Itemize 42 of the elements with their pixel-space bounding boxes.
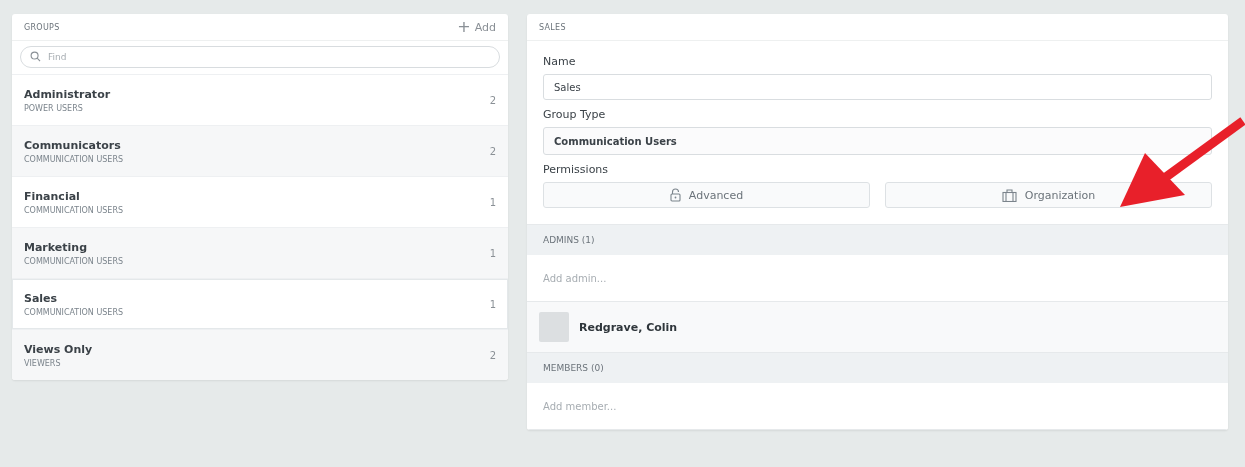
avatar-icon — [539, 312, 569, 342]
group-item[interactable]: Administrator POWER USERS 2 — [12, 74, 508, 125]
add-admin-field[interactable]: Add admin... — [527, 255, 1228, 302]
member-count: 1 — [489, 247, 496, 259]
section-title: ADMINS (1) — [543, 235, 595, 245]
name-field[interactable]: Sales — [543, 74, 1212, 100]
member-count: 2 — [489, 349, 496, 361]
member-count: 2 — [489, 94, 496, 106]
group-name: Financial — [24, 189, 81, 203]
lock-icon — [669, 188, 681, 202]
permission-button[interactable]: Advanced — [543, 182, 870, 208]
member-count: 2 — [489, 145, 496, 157]
field-label: Name — [543, 55, 577, 68]
panel-title: GROUPS — [24, 22, 60, 32]
field-label: Group Type — [543, 108, 607, 121]
group-type: COMMUNICATION USERS — [24, 154, 124, 164]
group-item[interactable]: Sales COMMUNICATION USERS 1 — [12, 278, 508, 329]
group-type: POWER USERS — [24, 103, 84, 113]
member-count: 1 — [489, 196, 496, 208]
section-title: MEMBERS (0) — [543, 363, 604, 373]
group-item[interactable]: Financial COMMUNICATION USERS 1 — [12, 176, 508, 227]
group-name: Views Only — [24, 342, 93, 356]
group-name: Administrator — [24, 87, 111, 101]
group-type: COMMUNICATION USERS — [24, 205, 124, 215]
admin-name: Redgrave, Colin — [579, 320, 678, 334]
field-label: Permissions — [543, 163, 610, 176]
add-member-field[interactable]: Add member... — [527, 383, 1228, 430]
group-item[interactable]: Marketing COMMUNICATION USERS 1 — [12, 227, 508, 278]
group-item[interactable]: Communicators COMMUNICATION USERS 2 — [12, 125, 508, 176]
member-count: 1 — [489, 298, 496, 310]
search-field[interactable]: Find — [20, 46, 500, 68]
group-type: COMMUNICATION USERS — [24, 256, 124, 266]
panel-title: SALES — [539, 22, 566, 32]
search-icon — [30, 51, 41, 62]
group-name: Communicators — [24, 138, 122, 152]
group-item[interactable]: Views Only VIEWERS 2 — [12, 329, 508, 380]
group-name: Sales — [24, 291, 59, 305]
group-type: COMMUNICATION USERS — [24, 307, 124, 317]
group-type: VIEWERS — [24, 358, 62, 368]
group-name: Marketing — [24, 240, 88, 254]
briefcase-icon — [1001, 188, 1017, 202]
group-type-select[interactable]: Communication Users — [543, 127, 1212, 155]
